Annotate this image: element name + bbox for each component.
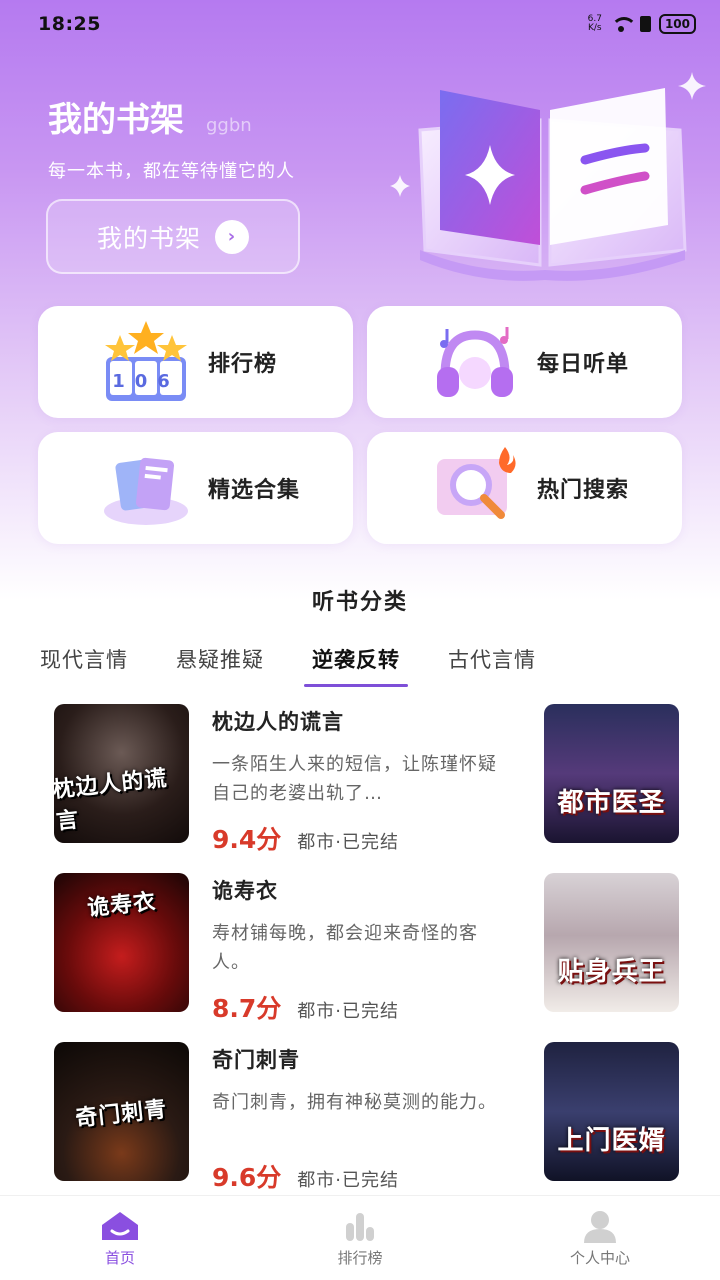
status-bar: 18:25 6.7 K/s 100 bbox=[0, 0, 720, 48]
side-book-cover[interactable]: 贴身兵王 bbox=[544, 873, 679, 1012]
page-title-text: 我的书架 bbox=[48, 100, 184, 140]
hot-search-card-label: 热门搜索 bbox=[537, 478, 630, 503]
category-tabs: 现代言情 悬疑推疑 逆袭反转 古代言情 bbox=[40, 644, 536, 687]
status-icons: 6.7 K/s 100 bbox=[588, 14, 696, 34]
book-cover-title: 枕边人的谎言 bbox=[54, 765, 169, 835]
status-time: 18:25 bbox=[38, 13, 101, 35]
book-title[interactable]: 诡寿衣 bbox=[212, 875, 502, 905]
book-title[interactable]: 枕边人的谎言 bbox=[212, 706, 502, 736]
my-bookshelf-button[interactable]: 我的书架 › bbox=[46, 199, 300, 274]
ranking-card-label: 排行榜 bbox=[208, 352, 278, 377]
ranking-icon-digits: 106 bbox=[112, 371, 180, 392]
page-title: 我的书架 ggbn bbox=[48, 92, 252, 141]
hero-subtitle: 每一本书，都在等待懂它的人 bbox=[48, 161, 295, 182]
username: ggbn bbox=[206, 115, 252, 136]
book-info: 诡寿衣 寿材铺每晚，都会迎来奇怪的客人。 8.7分 都市·已完结 bbox=[212, 875, 502, 1025]
bottom-nav: 首页 排行榜 个人中心 bbox=[0, 1195, 720, 1280]
book-info: 枕边人的谎言 一条陌生人来的短信，让陈瑾怀疑自己的老婆出轨了… 9.4分 都市·… bbox=[212, 706, 502, 856]
book-cover[interactable]: 枕边人的谎言 bbox=[54, 704, 189, 843]
tab-comeback-twist[interactable]: 逆袭反转 bbox=[304, 644, 408, 687]
book-tags: 都市·已完结 bbox=[297, 832, 400, 853]
daily-playlist-card-label: 每日听单 bbox=[537, 352, 630, 377]
book-cover[interactable]: 奇门刺青 bbox=[54, 1042, 189, 1181]
ranking-trophy-icon: 106 bbox=[105, 321, 187, 401]
book-meta: 9.4分 都市·已完结 bbox=[212, 820, 502, 856]
book-title[interactable]: 奇门刺青 bbox=[212, 1044, 502, 1074]
user-icon bbox=[584, 1210, 616, 1243]
list-item[interactable]: 诡寿衣 诡寿衣 寿材铺每晚，都会迎来奇怪的客人。 8.7分 都市·已完结 贴身兵… bbox=[54, 873, 680, 1042]
home-icon bbox=[102, 1211, 138, 1240]
section-title: 听书分类 bbox=[311, 590, 408, 615]
book-cover-title: 诡寿衣 bbox=[86, 888, 158, 922]
nav-profile-label: 个人中心 bbox=[569, 1248, 630, 1267]
nav-ranking-label: 排行榜 bbox=[337, 1248, 383, 1267]
network-speed-unit: K/s bbox=[587, 23, 602, 33]
nav-home-label: 首页 bbox=[104, 1248, 135, 1267]
chevron-right-icon: › bbox=[215, 219, 249, 254]
side-book-cover-title: 上门医婿 bbox=[557, 1126, 666, 1156]
my-bookshelf-button-label: 我的书架 bbox=[96, 223, 201, 253]
book-description: 奇门刺青，拥有神秘莫测的能力。 bbox=[212, 1092, 497, 1113]
quick-links-grid: 106 排行榜 每日听单 精选合集 热门搜索 bbox=[38, 306, 682, 544]
wifi-icon bbox=[610, 17, 637, 32]
nav-home[interactable]: 首页 bbox=[50, 1209, 190, 1268]
side-book-cover-title: 贴身兵王 bbox=[557, 957, 666, 987]
side-book-cover[interactable]: 都市医圣 bbox=[544, 704, 679, 843]
book-score: 9.6分 bbox=[212, 1163, 282, 1192]
tab-suspense[interactable]: 悬疑推疑 bbox=[176, 644, 264, 686]
headphones-icon bbox=[437, 327, 513, 397]
book-score: 9.4分 bbox=[212, 825, 282, 854]
side-book-cover[interactable]: 上门医婿 bbox=[544, 1042, 679, 1181]
list-item[interactable]: 枕边人的谎言 枕边人的谎言 一条陌生人来的短信，让陈瑾怀疑自己的老婆出轨了… 9… bbox=[54, 704, 680, 873]
tab-modern-romance[interactable]: 现代言情 bbox=[40, 644, 128, 686]
book-description: 一条陌生人来的短信，让陈瑾怀疑自己的老婆出轨了… bbox=[212, 754, 497, 804]
battery-icon: 100 bbox=[658, 14, 696, 34]
collections-card[interactable]: 精选合集 bbox=[38, 432, 353, 544]
book-cover[interactable]: 诡寿衣 bbox=[54, 873, 189, 1012]
book-meta: 8.7分 都市·已完结 bbox=[212, 989, 502, 1025]
daily-playlist-card[interactable]: 每日听单 bbox=[367, 306, 682, 418]
hot-search-icon bbox=[437, 447, 516, 519]
ranking-card[interactable]: 106 排行榜 bbox=[38, 306, 353, 418]
sim-icon bbox=[639, 16, 651, 32]
nav-profile[interactable]: 个人中心 bbox=[530, 1209, 670, 1268]
books-collection-icon bbox=[104, 457, 188, 525]
book-tags: 都市·已完结 bbox=[297, 1170, 400, 1191]
book-description: 寿材铺每晚，都会迎来奇怪的客人。 bbox=[212, 923, 478, 973]
book-list: 枕边人的谎言 枕边人的谎言 一条陌生人来的短信，让陈瑾怀疑自己的老婆出轨了… 9… bbox=[54, 704, 680, 1211]
book-tags: 都市·已完结 bbox=[297, 1001, 400, 1022]
open-book-illustration bbox=[390, 72, 706, 281]
book-cover-title: 奇门刺青 bbox=[74, 1095, 169, 1132]
book-meta: 9.6分 都市·已完结 bbox=[212, 1158, 502, 1194]
network-speed: 6.7 K/s bbox=[588, 15, 602, 33]
collections-card-label: 精选合集 bbox=[208, 478, 301, 503]
nav-ranking[interactable]: 排行榜 bbox=[290, 1209, 430, 1268]
book-info: 奇门刺青 奇门刺青，拥有神秘莫测的能力。 9.6分 都市·已完结 bbox=[212, 1044, 502, 1194]
bar-chart-icon bbox=[346, 1212, 374, 1241]
book-score: 8.7分 bbox=[212, 994, 282, 1023]
tab-ancient-romance[interactable]: 古代言情 bbox=[448, 644, 536, 686]
list-item[interactable]: 奇门刺青 奇门刺青 奇门刺青，拥有神秘莫测的能力。 9.6分 都市·已完结 上门… bbox=[54, 1042, 680, 1211]
battery-level: 100 bbox=[664, 17, 690, 31]
side-book-cover-title: 都市医圣 bbox=[557, 788, 666, 818]
hot-search-card[interactable]: 热门搜索 bbox=[367, 432, 682, 544]
